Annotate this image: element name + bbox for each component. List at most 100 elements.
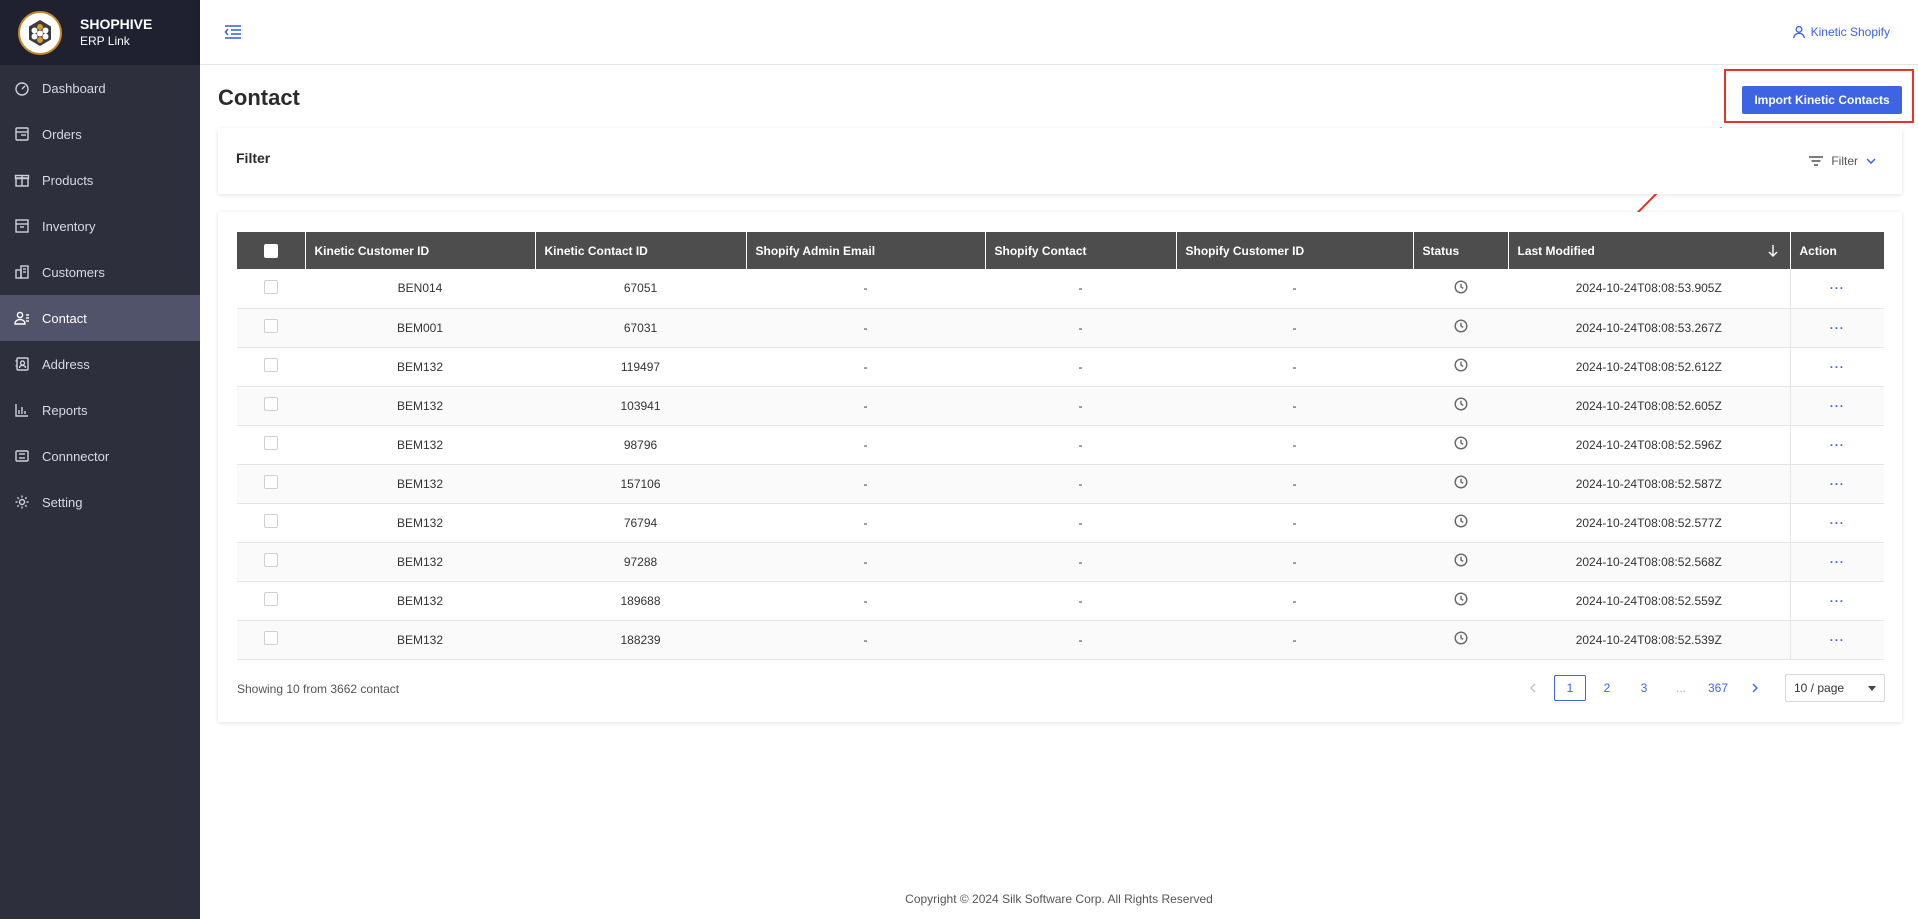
- sort-arrow-down-icon[interactable]: [1768, 244, 1778, 257]
- sidebar-item-label: Products: [42, 172, 94, 188]
- sidebar-item-setting[interactable]: Setting: [0, 479, 200, 525]
- menu-toggle-icon[interactable]: [224, 24, 242, 40]
- sidebar-item-customers[interactable]: Customers: [0, 249, 200, 295]
- page-button[interactable]: 1: [1554, 675, 1586, 701]
- next-page-button[interactable]: [1739, 675, 1771, 701]
- cell-shopify-contact: -: [1078, 632, 1083, 647]
- row-action-menu[interactable]: ···: [1789, 425, 1884, 464]
- footer-copyright: Copyright © 2024 Silk Software Corp. All…: [905, 892, 1213, 906]
- col-shopify-admin-email[interactable]: Shopify Admin Email: [746, 232, 986, 269]
- import-kinetic-contacts-button[interactable]: Import Kinetic Contacts: [1742, 86, 1902, 114]
- row-action-menu[interactable]: ···: [1789, 347, 1884, 386]
- gear-icon: [13, 493, 31, 511]
- cell-kinetic-customer-id: BEN014: [397, 281, 443, 296]
- user-name: Kinetic Shopify: [1810, 25, 1890, 39]
- table-row: BEM132 103941 - - - 2024-10-24T08:08:52.605Z ·…: [237, 386, 1884, 425]
- cell-kinetic-contact-id: 119497: [620, 359, 661, 374]
- brand[interactable]: SHOPHIVE ERP Link: [0, 0, 200, 65]
- chevron-down-icon: [1866, 158, 1876, 164]
- page-number: 2: [1603, 681, 1611, 695]
- clock-icon: [1453, 397, 1468, 411]
- cell-shopify-customer-id: -: [1292, 593, 1297, 608]
- cell-status: [1413, 620, 1508, 659]
- sidebar-item-contact[interactable]: Contact: [0, 295, 200, 341]
- col-last-modified[interactable]: Last Modified: [1508, 232, 1791, 269]
- user-menu[interactable]: Kinetic Shopify: [1792, 25, 1890, 39]
- row-action-menu[interactable]: ···: [1789, 581, 1884, 620]
- cell-last-modified: 2024-10-24T08:08:52.539Z: [1575, 632, 1722, 647]
- cell-kinetic-customer-id: BEM132: [396, 515, 444, 530]
- col-shopify-contact[interactable]: Shopify Contact: [985, 232, 1177, 269]
- table-row: BEM132 189688 - - - 2024-10-24T08:08:52.559Z ·…: [237, 581, 1884, 620]
- pagination-summary: Showing 10 from 3662 contact: [237, 682, 400, 696]
- contacts-table: Kinetic Customer ID Kinetic Contact ID S…: [237, 232, 1884, 660]
- col-shopify-customer-id[interactable]: Shopify Customer ID: [1176, 232, 1414, 269]
- caret-down-icon: [1868, 685, 1876, 691]
- prev-page-button[interactable]: [1517, 675, 1549, 701]
- cell-status: [1413, 581, 1508, 620]
- row-action-menu[interactable]: ···: [1789, 386, 1884, 425]
- sidebar-item-label: Dashboard: [42, 80, 106, 96]
- sidebar-item-label: Orders: [42, 126, 82, 142]
- main-content: Contact Import Kinetic Contacts Filter F…: [200, 65, 1918, 919]
- row-action-menu[interactable]: ···: [1789, 542, 1884, 581]
- cell-last-modified: 2024-10-24T08:08:52.559Z: [1575, 593, 1722, 608]
- col-kinetic-customer-id[interactable]: Kinetic Customer ID: [305, 232, 536, 269]
- row-action-menu[interactable]: ···: [1789, 620, 1884, 659]
- sidebar-item-inventory[interactable]: Inventory: [0, 203, 200, 249]
- row-checkbox[interactable]: [264, 592, 278, 606]
- sidebar-item-label: Inventory: [42, 218, 96, 234]
- page-button[interactable]: 2: [1591, 675, 1623, 701]
- row-checkbox[interactable]: [264, 475, 278, 489]
- filter-toggle-button[interactable]: Filter: [1809, 154, 1876, 168]
- page-number: 1: [1566, 681, 1574, 695]
- cell-shopify-customer-id: -: [1292, 359, 1297, 374]
- cell-shopify-contact: -: [1078, 593, 1083, 608]
- table-row: BEM132 188239 - - - 2024-10-24T08:08:52.539Z ·…: [237, 620, 1884, 659]
- col-last-modified-label: Last Modified: [1517, 243, 1595, 258]
- row-action-menu[interactable]: ···: [1789, 464, 1884, 503]
- customers-icon: [13, 263, 31, 281]
- select-all-checkbox[interactable]: [263, 243, 278, 258]
- row-checkbox-cell: [237, 425, 305, 464]
- row-checkbox[interactable]: [264, 436, 278, 450]
- cell-status: [1413, 425, 1508, 464]
- import-highlight-box: Import Kinetic Contacts: [1724, 69, 1914, 123]
- sidebar-item-address[interactable]: Address: [0, 341, 200, 387]
- chevron-left-icon: [1530, 683, 1536, 693]
- sidebar-item-reports[interactable]: Reports: [0, 387, 200, 433]
- clock-icon: [1453, 514, 1468, 528]
- sidebar-item-orders[interactable]: Orders: [0, 111, 200, 157]
- cell-status: [1413, 503, 1508, 542]
- cell-shopify-customer-id: -: [1292, 476, 1297, 491]
- page-button[interactable]: 367: [1702, 675, 1734, 701]
- row-action-menu[interactable]: ···: [1789, 503, 1884, 542]
- table-row: BEM132 98796 - - - 2024-10-24T08:08:52.596Z ··…: [237, 425, 1884, 464]
- sidebar-item-connnector[interactable]: Connnector: [0, 433, 200, 479]
- cell-shopify-customer-id: -: [1292, 437, 1297, 452]
- col-status[interactable]: Status: [1413, 232, 1509, 269]
- sidebar-item-products[interactable]: Products: [0, 157, 200, 203]
- cell-kinetic-contact-id: 103941: [620, 398, 661, 413]
- sidebar-item-dashboard[interactable]: Dashboard: [0, 65, 200, 111]
- cell-shopify-contact: -: [1078, 554, 1083, 569]
- cell-shopify-admin-email: -: [863, 476, 868, 491]
- row-checkbox[interactable]: [264, 553, 278, 567]
- row-checkbox[interactable]: [264, 397, 278, 411]
- row-action-menu[interactable]: ···: [1789, 269, 1884, 308]
- row-checkbox[interactable]: [264, 319, 278, 333]
- row-action-menu[interactable]: ···: [1789, 308, 1884, 347]
- cell-kinetic-contact-id: 97288: [623, 554, 658, 569]
- clock-icon: [1453, 358, 1468, 372]
- page-title: Contact: [218, 85, 300, 110]
- page-button[interactable]: 3: [1628, 675, 1660, 701]
- col-kinetic-contact-id[interactable]: Kinetic Contact ID: [535, 232, 747, 269]
- sidebar-item-label: Contact: [42, 310, 87, 326]
- cell-shopify-admin-email: -: [863, 632, 868, 647]
- row-checkbox[interactable]: [264, 631, 278, 645]
- row-checkbox[interactable]: [264, 358, 278, 372]
- cell-shopify-admin-email: -: [863, 281, 868, 296]
- page-size-select[interactable]: 10 / page: [1785, 674, 1885, 702]
- row-checkbox[interactable]: [264, 279, 278, 294]
- row-checkbox[interactable]: [264, 514, 278, 528]
